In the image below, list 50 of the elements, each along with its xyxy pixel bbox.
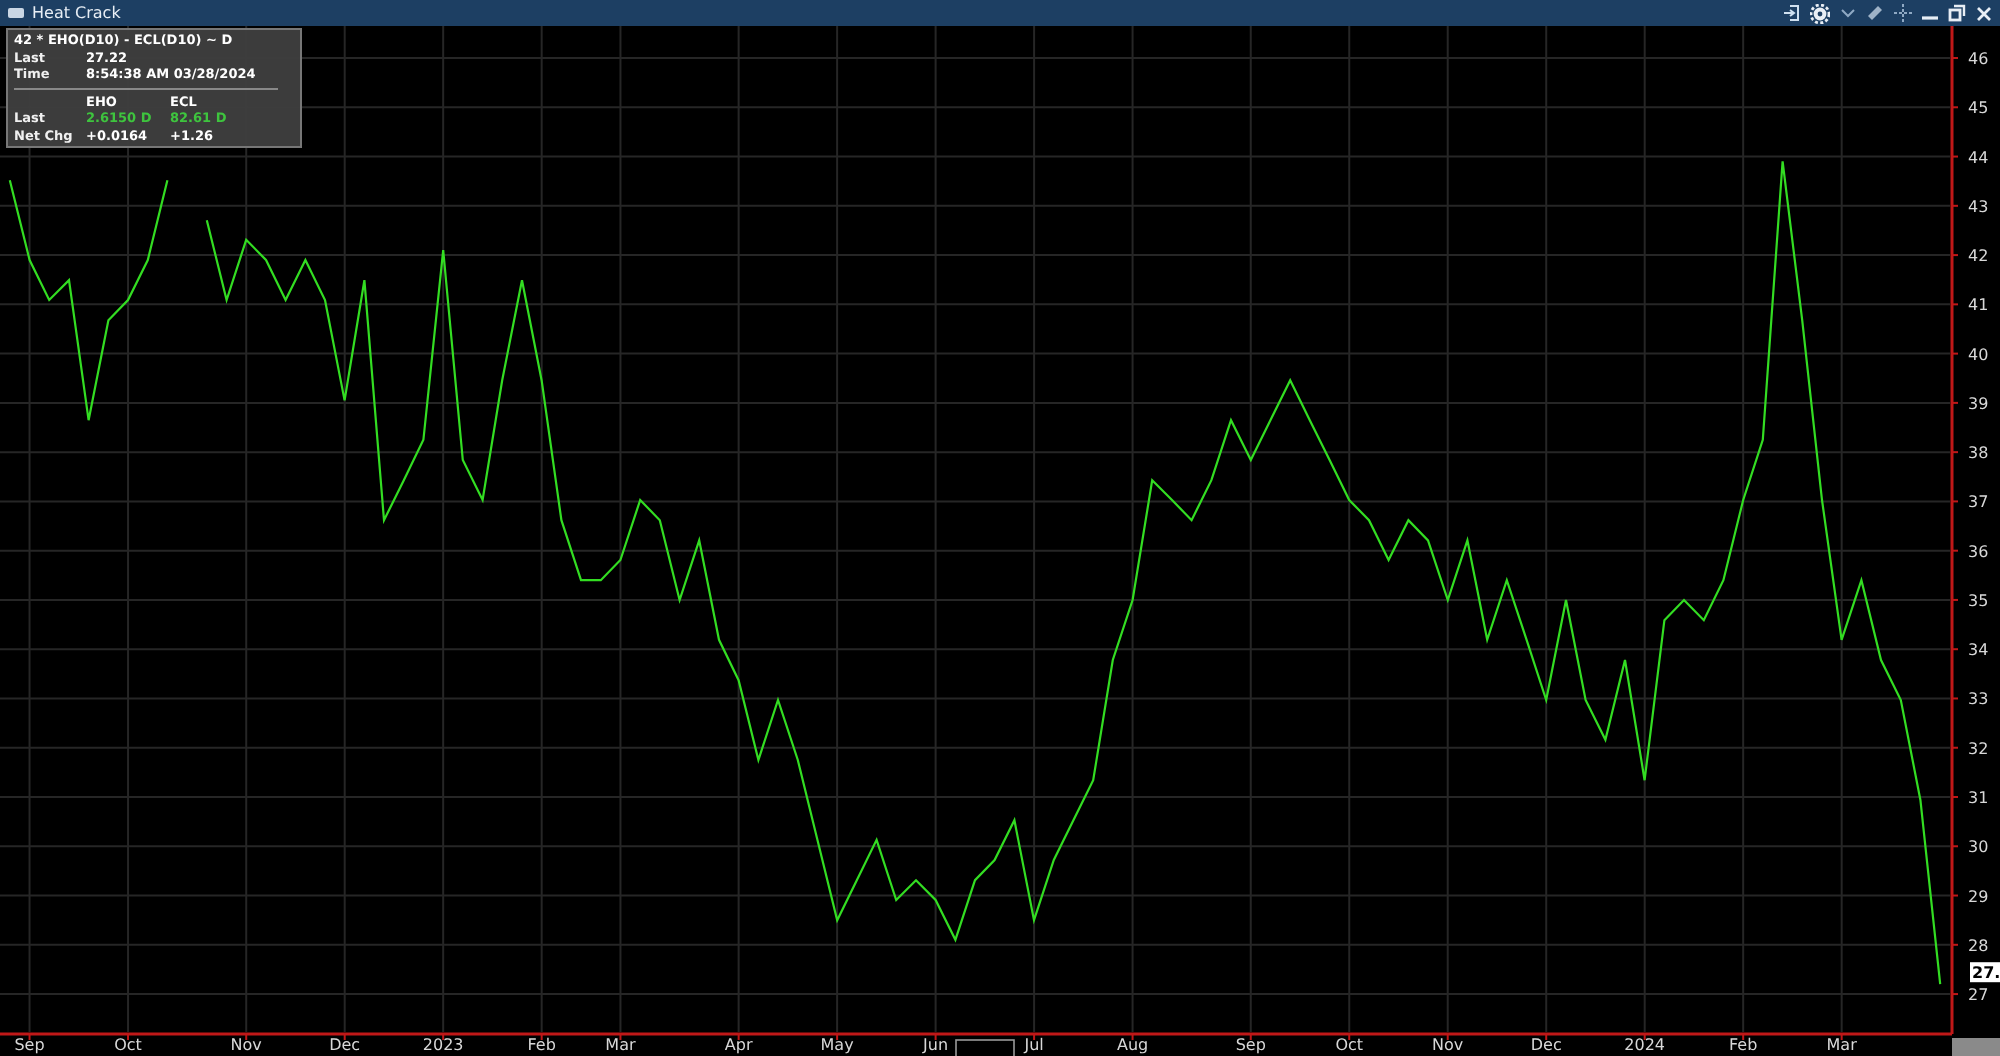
y-tick-label: 45 — [1968, 99, 1989, 118]
y-tick-label: 34 — [1968, 641, 1989, 660]
last-price-tag: 27. — [1970, 962, 2000, 983]
x-tick-label: Dec — [329, 1036, 361, 1054]
y-tick-label: 29 — [1968, 887, 1989, 906]
x-tick-label: Feb — [527, 1036, 556, 1054]
close-icon[interactable] — [1976, 5, 1992, 21]
exit-icon[interactable] — [1782, 4, 1800, 22]
x-tick-label: Mar — [1826, 1036, 1857, 1054]
y-tick-label: 42 — [1968, 247, 1989, 266]
x-tick-label: Feb — [1729, 1036, 1758, 1054]
x-tick-label: Jul — [1024, 1036, 1044, 1054]
x-tick-label: Oct — [114, 1036, 142, 1054]
move-icon[interactable] — [1894, 4, 1912, 22]
x-tick-label: Jun — [923, 1036, 949, 1054]
y-tick-label: 35 — [1968, 591, 1989, 610]
x-tick-label: Aug — [1116, 1036, 1149, 1054]
y-tick-label: 39 — [1968, 394, 1989, 413]
y-tick-label: 43 — [1968, 197, 1989, 216]
settings-icon[interactable] — [1810, 3, 1830, 23]
chevron-down-icon[interactable] — [1840, 7, 1856, 19]
y-tick-label: 27 — [1968, 986, 1989, 1005]
x-tick-label: Sep — [1235, 1036, 1266, 1054]
y-tick-label: 38 — [1968, 444, 1989, 463]
app-logo-icon — [8, 8, 24, 18]
x-tick-label: Mar — [605, 1036, 636, 1054]
y-tick-label: 31 — [1968, 789, 1989, 807]
scroll-corner — [1952, 1038, 2000, 1056]
x-tick-label: Oct — [1335, 1036, 1364, 1054]
y-tick-label: 30 — [1968, 838, 1989, 857]
x-tick-label: 2024 — [1624, 1036, 1666, 1054]
y-tick-label: 32 — [1968, 739, 1989, 758]
y-tick-label: 36 — [1968, 542, 1989, 561]
x-tick-label: 2023 — [422, 1036, 464, 1054]
x-tick-label: Nov — [1432, 1036, 1464, 1054]
x-tick-label: Nov — [230, 1036, 262, 1054]
y-tick-label: 46 — [1968, 50, 1989, 68]
y-tick-label: 44 — [1968, 148, 1989, 167]
x-tick-label: Sep — [14, 1036, 45, 1054]
y-tick-label: 37 — [1968, 493, 1989, 512]
x-tick-label: May — [820, 1036, 854, 1054]
restore-icon[interactable] — [1948, 4, 1966, 22]
window-title: Heat Crack — [32, 4, 121, 22]
y-tick-label: 40 — [1968, 345, 1989, 364]
y-tick-label: 28 — [1968, 936, 1989, 955]
x-tick-label: Dec — [1530, 1036, 1562, 1054]
y-tick-label: 41 — [1968, 296, 1989, 315]
y-tick-label: 33 — [1968, 690, 1989, 709]
scroll-thumb[interactable] — [955, 1039, 1015, 1056]
x-tick-label: Apr — [724, 1036, 753, 1054]
